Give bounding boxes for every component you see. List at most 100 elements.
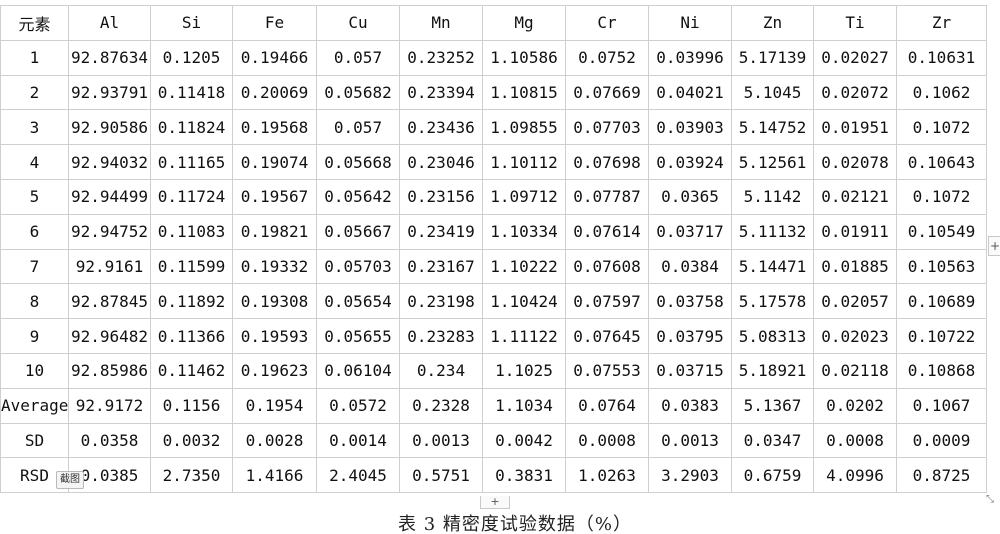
table-cell[interactable]: 0.11165 xyxy=(150,144,233,180)
table-cell[interactable]: 0.1156 xyxy=(150,387,233,424)
table-cell[interactable]: 0.5751 xyxy=(399,457,483,494)
table-cell[interactable]: 5.1367 xyxy=(731,387,814,424)
table-cell[interactable]: 92.9161 xyxy=(68,248,151,285)
table-cell[interactable]: 0.06104 xyxy=(316,352,400,389)
row-label-cell[interactable]: 2 xyxy=(0,74,69,111)
table-cell[interactable]: 0.0008 xyxy=(813,422,897,459)
table-cell[interactable]: 5.17578 xyxy=(731,283,814,320)
table-cell[interactable]: 0.11724 xyxy=(150,178,233,215)
table-cell[interactable]: 0.0347 xyxy=(731,422,814,459)
table-cell[interactable]: 92.96482 xyxy=(68,318,151,354)
table-cell[interactable]: 0.0014 xyxy=(316,422,400,459)
row-label-cell[interactable]: 4 xyxy=(0,144,69,180)
table-cell[interactable]: 0.01885 xyxy=(813,248,897,285)
table-cell[interactable]: 0.02118 xyxy=(813,352,897,389)
table-cell[interactable]: 92.87845 xyxy=(68,283,151,320)
table-cell[interactable]: 0.0028 xyxy=(232,422,317,459)
table-cell[interactable]: 0.0042 xyxy=(482,422,566,459)
table-cell[interactable]: 0.03758 xyxy=(648,283,732,320)
table-cell[interactable]: 5.12561 xyxy=(731,144,814,180)
table-cell[interactable]: 0.1954 xyxy=(232,387,317,424)
table-cell[interactable]: 0.23283 xyxy=(399,318,483,354)
table-cell[interactable]: 92.94752 xyxy=(68,213,151,250)
table-cell[interactable]: 92.93791 xyxy=(68,74,151,111)
table-cell[interactable]: 0.0032 xyxy=(150,422,233,459)
table-cell[interactable]: 0.03717 xyxy=(648,213,732,250)
table-cell[interactable]: 0.05668 xyxy=(316,144,400,180)
table-cell[interactable]: 0.19332 xyxy=(232,248,317,285)
table-cell[interactable]: 0.0764 xyxy=(565,387,649,424)
header-cell[interactable]: Al xyxy=(68,5,151,41)
header-cell[interactable]: Cu xyxy=(316,5,400,41)
table-cell[interactable]: 0.1067 xyxy=(896,387,987,424)
table-cell[interactable]: 4.0996 xyxy=(813,457,897,494)
table-cell[interactable]: 0.1205 xyxy=(150,39,233,76)
table-cell[interactable]: 0.07553 xyxy=(565,352,649,389)
table-cell[interactable]: 0.19568 xyxy=(232,109,317,146)
row-label-cell[interactable]: Average xyxy=(0,387,69,424)
table-cell[interactable]: 5.11132 xyxy=(731,213,814,250)
table-cell[interactable]: 3.2903 xyxy=(648,457,732,494)
table-cell[interactable]: 1.0263 xyxy=(565,457,649,494)
table-cell[interactable]: 0.0009 xyxy=(896,422,987,459)
table-cell[interactable]: 0.02078 xyxy=(813,144,897,180)
table-cell[interactable]: 0.10689 xyxy=(896,283,987,320)
table-cell[interactable]: 1.10112 xyxy=(482,144,566,180)
table-cell[interactable]: 0.11824 xyxy=(150,109,233,146)
table-cell[interactable]: 1.10222 xyxy=(482,248,566,285)
table-cell[interactable]: 0.07698 xyxy=(565,144,649,180)
row-label-cell[interactable]: 1 xyxy=(0,39,69,76)
row-label-cell[interactable]: 10 xyxy=(0,352,69,389)
table-cell[interactable]: 0.23167 xyxy=(399,248,483,285)
table-cell[interactable]: 0.23436 xyxy=(399,109,483,146)
table-cell[interactable]: 0.10868 xyxy=(896,352,987,389)
table-cell[interactable]: 0.0572 xyxy=(316,387,400,424)
table-cell[interactable]: 0.02023 xyxy=(813,318,897,354)
table-cell[interactable]: 0.07669 xyxy=(565,74,649,111)
table-cell[interactable]: 0.23394 xyxy=(399,74,483,111)
table-cell[interactable]: 0.0384 xyxy=(648,248,732,285)
table-cell[interactable]: 0.19623 xyxy=(232,352,317,389)
table-cell[interactable]: 0.0365 xyxy=(648,178,732,215)
table-cell[interactable]: 0.10549 xyxy=(896,213,987,250)
table-cell[interactable]: 1.10815 xyxy=(482,74,566,111)
table-cell[interactable]: 5.17139 xyxy=(731,39,814,76)
table-cell[interactable]: 5.1045 xyxy=(731,74,814,111)
table-cell[interactable]: 0.234 xyxy=(399,352,483,389)
add-column-button[interactable]: + xyxy=(480,496,510,509)
table-cell[interactable]: 0.07614 xyxy=(565,213,649,250)
table-cell[interactable]: 0.23156 xyxy=(399,178,483,215)
table-cell[interactable]: 0.0383 xyxy=(648,387,732,424)
table-cell[interactable]: 0.23419 xyxy=(399,213,483,250)
table-cell[interactable]: 5.18921 xyxy=(731,352,814,389)
table-cell[interactable]: 0.6759 xyxy=(731,457,814,494)
table-cell[interactable]: 1.09855 xyxy=(482,109,566,146)
table-cell[interactable]: 1.10586 xyxy=(482,39,566,76)
table-cell[interactable]: 1.1025 xyxy=(482,352,566,389)
table-cell[interactable]: 0.02121 xyxy=(813,178,897,215)
table-cell[interactable]: 1.10334 xyxy=(482,213,566,250)
table-cell[interactable]: 92.90586 xyxy=(68,109,151,146)
table-cell[interactable]: 0.0358 xyxy=(68,422,151,459)
table-cell[interactable]: 0.0008 xyxy=(565,422,649,459)
table-cell[interactable]: 0.23252 xyxy=(399,39,483,76)
table-cell[interactable]: 5.1142 xyxy=(731,178,814,215)
table-cell[interactable]: 5.08313 xyxy=(731,318,814,354)
table-cell[interactable]: 0.11892 xyxy=(150,283,233,320)
table-cell[interactable]: 0.11366 xyxy=(150,318,233,354)
table-cell[interactable]: 92.94032 xyxy=(68,144,151,180)
row-label-cell[interactable]: 3 xyxy=(0,109,69,146)
header-cell[interactable]: Mn xyxy=(399,5,483,41)
table-cell[interactable]: 0.01951 xyxy=(813,109,897,146)
table-cell[interactable]: 2.7350 xyxy=(150,457,233,494)
table-cell[interactable]: 0.03795 xyxy=(648,318,732,354)
table-cell[interactable]: 0.07787 xyxy=(565,178,649,215)
table-cell[interactable]: 0.11462 xyxy=(150,352,233,389)
row-label-cell[interactable]: 7 xyxy=(0,248,69,285)
table-cell[interactable]: 92.87634 xyxy=(68,39,151,76)
table-cell[interactable]: 92.85986 xyxy=(68,352,151,389)
table-cell[interactable]: 0.0013 xyxy=(648,422,732,459)
table-cell[interactable]: 0.02072 xyxy=(813,74,897,111)
table-cell[interactable]: 0.05682 xyxy=(316,74,400,111)
table-cell[interactable]: 0.05703 xyxy=(316,248,400,285)
